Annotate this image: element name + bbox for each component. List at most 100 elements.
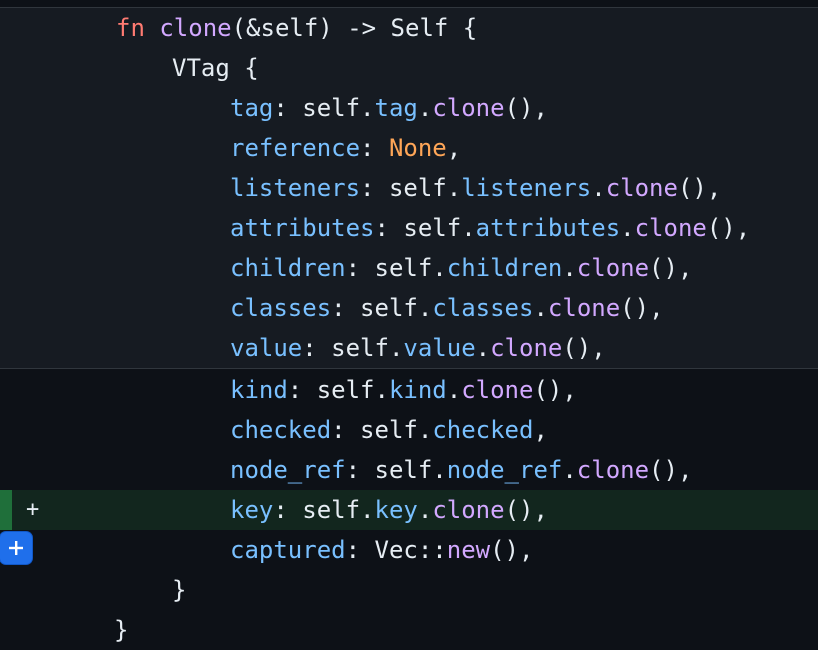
code-token: clone [432, 94, 505, 122]
code-token: None [388, 134, 447, 162]
code-token: attributes [230, 214, 375, 242]
code-token: : self. [273, 94, 375, 122]
code-token: : self. [331, 416, 433, 444]
code-token: . [591, 174, 606, 202]
code-token: (&self) -> Self { [231, 14, 478, 42]
code-token: . [417, 496, 433, 524]
code-token: kind [388, 376, 447, 404]
code-token: node_ref [230, 456, 346, 484]
code-text: checked: self.checked, [230, 410, 548, 450]
code-token: clone [576, 456, 650, 484]
code-token: . [417, 94, 433, 122]
add-comment-button[interactable] [0, 532, 32, 564]
code-token: key [374, 496, 418, 524]
added-line-indicator [0, 490, 12, 530]
diff-line: attributes: self.attributes.clone(), [0, 208, 818, 248]
diff-line: reference: None, [0, 128, 818, 168]
code-token: . [446, 376, 462, 404]
code-token: (), [504, 94, 548, 122]
code-token: : [360, 134, 389, 162]
code-token: , [446, 134, 462, 162]
code-token: clone [576, 254, 650, 282]
code-token: : self. [287, 376, 389, 404]
diff-line: VTag { [0, 48, 818, 88]
code-token: clone [461, 376, 534, 404]
code-token: . [620, 214, 635, 242]
code-token: : self. [345, 456, 447, 484]
code-text: } [114, 610, 128, 650]
code-text: children: self.children.clone(), [230, 248, 692, 288]
diff-line: listeners: self.listeners.clone(), [0, 168, 818, 208]
code-token: checked [432, 416, 534, 444]
code-text: node_ref: self.node_ref.clone(), [230, 450, 692, 490]
code-token: clone [547, 294, 621, 322]
diff-line: fn clone(&self) -> Self { [0, 8, 818, 48]
code-text: tag: self.tag.clone(), [230, 88, 548, 128]
code-token: checked [230, 416, 332, 444]
code-text: captured: Vec::new(), [230, 530, 533, 570]
code-token: : self. [302, 334, 404, 362]
code-token: node_ref [446, 456, 563, 484]
code-token: new [446, 536, 491, 564]
diff-line: children: self.children.clone(), [0, 248, 818, 288]
diff-code-view: fn clone(&self) -> Self {VTag {tag: self… [0, 0, 818, 644]
code-token: clone [490, 334, 563, 362]
code-token: reference [230, 134, 361, 162]
code-token: : self. [345, 254, 447, 282]
code-token: . [562, 254, 577, 282]
code-token: (), [649, 254, 693, 282]
diff-line: classes: self.classes.clone(), [0, 288, 818, 328]
code-token: (), [504, 496, 548, 524]
code-token: (), [490, 536, 534, 564]
diff-line: tag: self.tag.clone(), [0, 88, 818, 128]
code-token: (), [649, 456, 693, 484]
hunk-divider [0, 368, 818, 369]
code-token: clone [634, 214, 707, 242]
code-text: reference: None, [230, 128, 461, 168]
code-token: : Vec:: [345, 536, 447, 564]
code-text: key: self.key.clone(), [230, 490, 548, 530]
code-text: attributes: self.attributes.clone(), [230, 208, 750, 248]
code-token: } [114, 616, 129, 644]
code-token: listeners [461, 174, 592, 202]
code-token: captured [230, 536, 346, 564]
diff-line: kind: self.kind.clone(), [0, 370, 818, 410]
code-token: fn [116, 14, 145, 42]
code-token: VTag { [172, 54, 259, 82]
code-token: . [562, 456, 577, 484]
plus-icon [9, 541, 23, 555]
diff-line: } [0, 570, 818, 610]
code-token: : self. [360, 174, 462, 202]
code-token: clone [159, 14, 232, 42]
diff-line-added: + key: self.key.clone(), [0, 490, 818, 530]
code-text: } [172, 570, 186, 610]
code-token: children [446, 254, 563, 282]
code-token: classes [432, 294, 534, 322]
diff-line: captured: Vec::new(), [0, 530, 818, 570]
code-text: VTag { [172, 48, 259, 88]
code-token: . [475, 334, 491, 362]
code-token: clone [432, 496, 505, 524]
code-token: tag [230, 94, 274, 122]
code-token: listeners [230, 174, 361, 202]
code-token: (), [620, 294, 664, 322]
added-marker: + [26, 497, 40, 522]
code-token: key [230, 496, 274, 524]
code-token: : self. [331, 294, 433, 322]
code-token: value [230, 334, 303, 362]
code-token: (), [677, 174, 722, 202]
diff-line: checked: self.checked, [0, 410, 818, 450]
code-token: (), [533, 376, 577, 404]
code-token: clone [605, 174, 678, 202]
code-text: kind: self.kind.clone(), [230, 370, 577, 410]
code-token: kind [230, 376, 288, 404]
code-text: fn clone(&self) -> Self { [116, 8, 477, 48]
code-token: (), [706, 214, 751, 242]
diff-line: value: self.value.clone(), [0, 328, 818, 368]
code-text: listeners: self.listeners.clone(), [230, 168, 721, 208]
code-token: value [403, 334, 476, 362]
code-token: : self. [273, 496, 375, 524]
code-token: (), [562, 334, 606, 362]
code-token: : self. [374, 214, 476, 242]
